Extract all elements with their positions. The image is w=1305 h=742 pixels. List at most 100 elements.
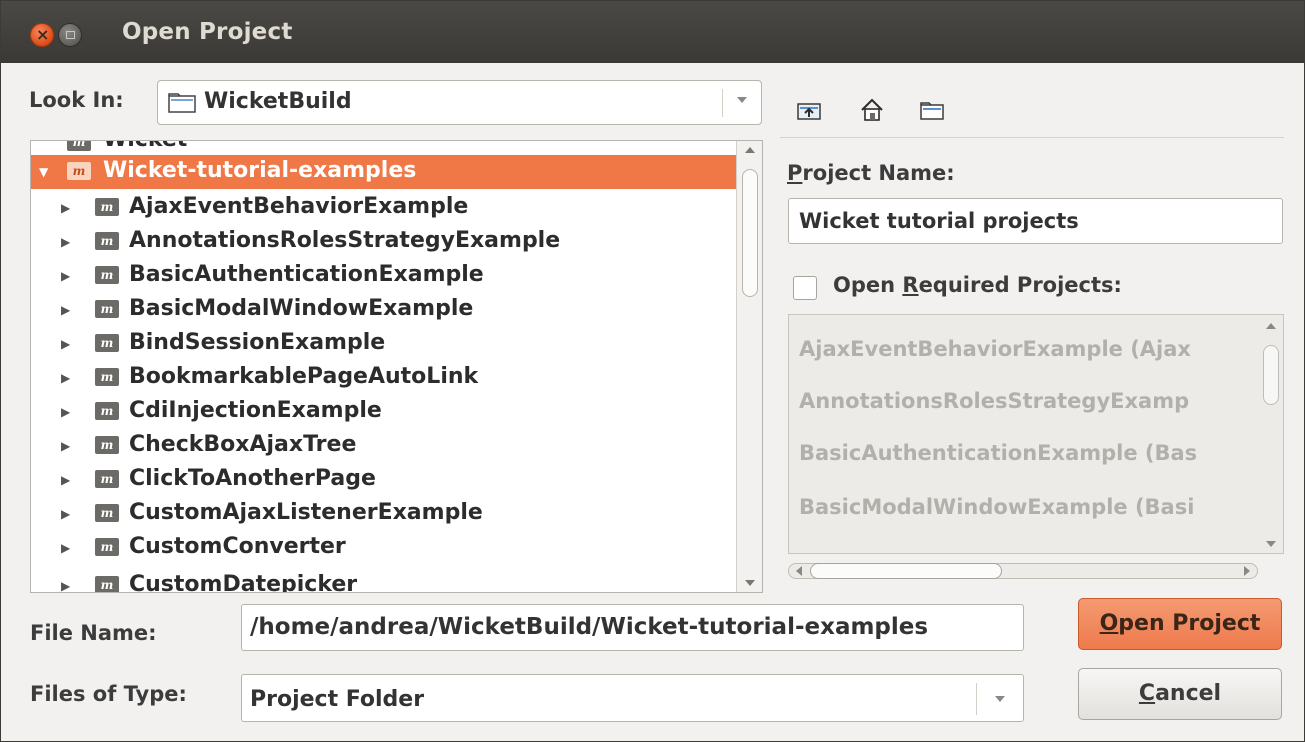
- close-icon: ×: [36, 25, 50, 44]
- tree-item-label: CustomDatepicker: [129, 572, 358, 593]
- mnemonic-letter: O: [1099, 611, 1119, 636]
- home-icon[interactable]: [859, 97, 885, 123]
- collapsed-arrow-icon[interactable]: ▶: [61, 541, 70, 555]
- tree-item-label: BindSessionExample: [129, 330, 386, 355]
- mnemonic-letter: C: [1138, 681, 1156, 706]
- toolbar-divider: [780, 137, 1284, 138]
- tree-item[interactable]: ▶ m CheckBoxAjaxTree: [31, 429, 738, 463]
- maven-project-icon: m: [95, 300, 119, 318]
- open-required-projects-label[interactable]: Open Required Projects:: [833, 273, 1122, 297]
- files-of-type-combo[interactable]: Project Folder: [241, 674, 1024, 722]
- project-name-value: Wicket tutorial projects: [799, 209, 1079, 233]
- tree-item-label: Wicket-tutorial-examples: [103, 158, 417, 183]
- title-bar: × Open Project: [1, 1, 1304, 63]
- collapsed-arrow-icon[interactable]: ▶: [61, 507, 70, 521]
- tree-item-selected[interactable]: ▼ m Wicket-tutorial-examples: [31, 155, 738, 189]
- project-name-field[interactable]: Wicket tutorial projects: [788, 198, 1283, 244]
- combo-separator: [722, 89, 723, 117]
- required-projects-list: AjaxEventBehaviorExample (Ajax Annotatio…: [788, 314, 1284, 554]
- tree-item[interactable]: ▶ m BookmarkablePageAutoLink: [31, 361, 738, 395]
- collapsed-arrow-icon[interactable]: ▶: [61, 371, 70, 385]
- tree-item-label: CustomConverter: [129, 534, 346, 559]
- maven-project-icon: m: [95, 232, 119, 250]
- tree-item-label: AnnotationsRolesStrategyExample: [129, 228, 561, 253]
- up-folder-icon[interactable]: [796, 97, 822, 123]
- maven-project-icon: m: [95, 504, 119, 522]
- close-window-button[interactable]: ×: [30, 23, 54, 47]
- maven-project-icon: m: [95, 334, 119, 352]
- tree-item-label: Wicket: [103, 141, 187, 152]
- mnemonic-letter: R: [902, 273, 919, 297]
- collapsed-arrow-icon[interactable]: ▶: [61, 473, 70, 487]
- tree-item-label: BasicAuthenticationExample: [129, 262, 484, 287]
- scroll-down-icon[interactable]: [1266, 541, 1276, 547]
- tree-item[interactable]: ▶ m CdiInjectionExample: [31, 395, 738, 429]
- collapsed-arrow-icon[interactable]: ▶: [61, 303, 70, 317]
- collapsed-arrow-icon[interactable]: ▶: [61, 579, 70, 592]
- chevron-down-icon[interactable]: [995, 696, 1005, 702]
- tree-item-label: CdiInjectionExample: [129, 398, 382, 423]
- maven-project-icon: m: [95, 198, 119, 216]
- label-text: Open: [833, 273, 903, 297]
- open-project-dialog: × Open Project Look In: WicketBuild m W: [0, 0, 1305, 742]
- tree-item[interactable]: ▶ m BindSessionExample: [31, 327, 738, 361]
- tree-item[interactable]: ▶ m CustomAjaxListenerExample: [31, 497, 738, 531]
- scroll-left-icon[interactable]: [796, 566, 802, 576]
- list-item: AnnotationsRolesStrategyExamp: [799, 389, 1190, 413]
- tree-item-label: CustomAjaxListenerExample: [129, 500, 483, 525]
- scrollbar-thumb[interactable]: [810, 563, 1002, 579]
- list-scrollbar[interactable]: [1259, 315, 1283, 553]
- scroll-down-icon[interactable]: [745, 580, 755, 586]
- maven-project-icon: m: [95, 538, 119, 556]
- maximize-icon: [66, 31, 75, 39]
- window-title: Open Project: [122, 19, 293, 45]
- open-project-button[interactable]: Open Project: [1078, 598, 1282, 650]
- list-horizontal-scrollbar[interactable]: [788, 559, 1258, 583]
- combo-separator: [976, 683, 977, 715]
- collapsed-arrow-icon[interactable]: ▶: [61, 201, 70, 215]
- tree-item-partial[interactable]: ▶ m CustomDatepicker: [31, 569, 738, 593]
- folder-icon: [168, 93, 196, 113]
- scroll-right-icon[interactable]: [1244, 566, 1250, 576]
- tree-item-label: BookmarkablePageAutoLink: [129, 364, 479, 389]
- open-required-projects-checkbox[interactable]: [793, 276, 817, 300]
- project-tree[interactable]: m Wicket ▼ m Wicket-tutorial-examples ▶ …: [30, 140, 763, 593]
- file-name-value: /home/andrea/WicketBuild/Wicket-tutorial…: [250, 614, 929, 640]
- button-label: ancel: [1155, 681, 1222, 706]
- scroll-up-icon[interactable]: [745, 147, 755, 153]
- scroll-up-icon[interactable]: [1266, 323, 1276, 329]
- maven-project-icon: m: [95, 436, 119, 454]
- collapsed-arrow-icon[interactable]: ▶: [61, 337, 70, 351]
- maximize-window-button[interactable]: [58, 23, 82, 47]
- maven-project-icon: m: [95, 470, 119, 488]
- scrollbar-thumb[interactable]: [1263, 345, 1279, 405]
- label-text: equired Projects:: [918, 273, 1122, 297]
- collapsed-arrow-icon[interactable]: ▶: [61, 405, 70, 419]
- new-folder-icon[interactable]: [919, 97, 945, 123]
- tree-item[interactable]: ▶ m AjaxEventBehaviorExample: [31, 191, 738, 225]
- tree-item[interactable]: ▶ m AnnotationsRolesStrategyExample: [31, 225, 738, 259]
- scrollbar-thumb[interactable]: [742, 169, 758, 297]
- tree-item[interactable]: ▶ m CustomConverter: [31, 531, 738, 565]
- tree-item[interactable]: ▶ m ClickToAnotherPage: [31, 463, 738, 497]
- tree-scrollbar[interactable]: [736, 141, 762, 592]
- expanded-arrow-icon[interactable]: ▼: [39, 165, 48, 179]
- collapsed-arrow-icon[interactable]: ▶: [61, 439, 70, 453]
- tree-item-label: AjaxEventBehaviorExample: [129, 194, 469, 219]
- list-item: BasicAuthenticationExample (Bas: [799, 441, 1198, 465]
- maven-project-icon: m: [67, 162, 91, 180]
- chevron-down-icon[interactable]: [737, 97, 747, 103]
- maven-project-icon: m: [67, 141, 91, 151]
- maven-project-icon: m: [95, 576, 119, 592]
- tree-item[interactable]: ▶ m BasicModalWindowExample: [31, 293, 738, 327]
- button-label: pen Project: [1118, 611, 1261, 636]
- collapsed-arrow-icon[interactable]: ▶: [61, 235, 70, 249]
- tree-item[interactable]: ▶ m BasicAuthenticationExample: [31, 259, 738, 293]
- look-in-combo[interactable]: WicketBuild: [157, 80, 762, 125]
- mnemonic-letter: P: [787, 161, 803, 185]
- maven-project-icon: m: [95, 266, 119, 284]
- cancel-button[interactable]: Cancel: [1078, 668, 1282, 720]
- collapsed-arrow-icon[interactable]: ▶: [61, 269, 70, 283]
- file-name-field[interactable]: /home/andrea/WicketBuild/Wicket-tutorial…: [241, 604, 1024, 651]
- look-in-label: Look In:: [29, 88, 124, 112]
